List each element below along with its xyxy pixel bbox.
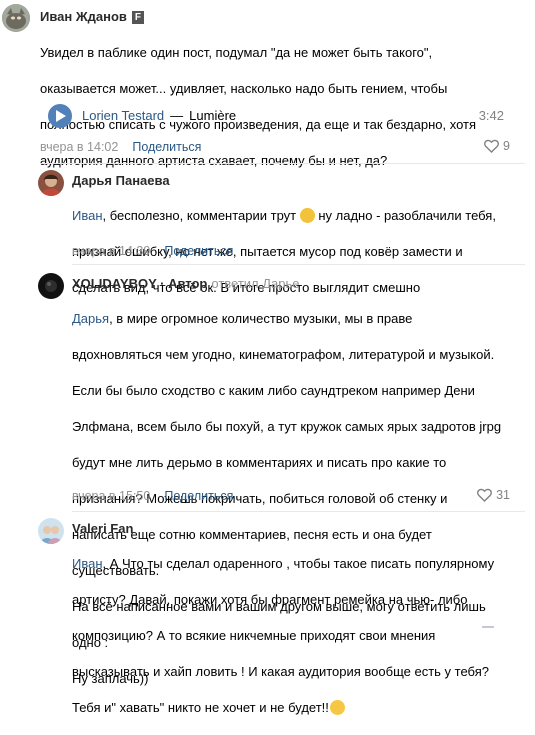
post-line: оказывается может... удивляет, насколько… [40,81,448,96]
facepalm-emoji-icon [299,208,315,223]
replied-to-link[interactable]: ответил Дарье [211,276,299,291]
author-label: · Автор [156,276,208,291]
reply-author: XOLIDAYBOY · Автор ответил Дарье [72,276,300,291]
like-button[interactable]: 9 [484,139,510,153]
audio-player[interactable]: Lorien Testard — Lumière 3:42 [44,103,504,129]
reply-line: вдохновляться чем угодно, кинематографом… [72,347,495,362]
reply-line: композицию? А то всякие никчемные приход… [72,628,436,643]
reply-line: Элфмана, всем было бы похуй, а тут кружо… [72,419,502,434]
reply-author[interactable]: Дарья Панаева [72,173,170,188]
user-avatar-icon [38,170,64,196]
avatar[interactable] [2,4,30,32]
reply-line: будут мне лить дерьмо в комментариях и п… [72,455,447,470]
share-button[interactable]: Поделиться [132,140,201,154]
reply-line: Иван, А Что ты сделал одаренного , чтобы… [72,555,522,573]
heart-icon [477,488,493,502]
mention-link[interactable]: Иван [72,208,103,223]
reply-line-part: , бесполезно, комментарии трут [102,208,300,223]
like-count: 31 [496,488,510,502]
divider [72,511,525,512]
reply-line: Иван, бесполезно, комментарии трут ну ла… [72,207,522,225]
reply-line: высказывать и хайп ловить ! И какая ауди… [72,664,489,679]
like-button[interactable]: 31 [477,488,510,502]
audio-artist[interactable]: Lorien Testard [82,108,164,123]
reply-line-part: , А Что ты сделал одаренного , чтобы так… [102,556,495,571]
mention-link[interactable]: Иван [72,556,103,571]
post-time[interactable]: вчера в 14:02 [40,140,118,154]
audio-duration: 3:42 [478,108,504,123]
cat-avatar-icon [2,4,30,32]
share-button[interactable]: Поделиться [164,489,233,503]
reply-line: Тебя и" хавать" никто не хочет и не буде… [72,699,522,717]
user-avatar-icon [38,518,64,544]
reply-text: Иван, А Что ты сделал одаренного , чтобы… [72,537,522,735]
post-meta: вчера в 14:02 Поделиться [40,140,201,154]
post-line: Увидел в паблике один пост, подумал "да … [40,45,433,60]
post-author-name[interactable]: Иван Жданов [40,9,127,24]
play-icon [56,110,66,122]
audio-track[interactable]: Lorien Testard — Lumière [82,108,236,123]
reply-line: артисту? Давай, покажи хотя бы фрагмент … [72,592,468,607]
reply-line: Если бы было сходство с каким либо саунд… [72,383,475,398]
divider [40,163,525,164]
avatar[interactable] [38,273,64,299]
reply-meta: вчера в 15:50 Поделиться [72,489,233,503]
audio-separator: — [170,108,184,123]
reply-line: Дарья, в мире огромное количество музыки… [72,310,522,328]
audio-title[interactable]: Lumière [189,108,236,123]
divider [72,264,525,265]
play-button[interactable] [48,104,72,128]
reply-time[interactable]: вчера в 14:39 [72,244,150,258]
user-avatar-icon [38,273,64,299]
share-button[interactable]: Поделиться [164,244,233,258]
like-count: 9 [503,139,510,153]
mention-link[interactable]: Дарья [72,311,109,326]
reply-line-part: ну ладно - разоблачили тебя, [318,208,496,223]
heart-icon [484,139,500,153]
avatar[interactable] [38,170,64,196]
scroll-indicator[interactable] [482,626,494,628]
reply-author-name[interactable]: XOLIDAYBOY [72,276,157,291]
reply-line-part: , в мире огромное количество музыки, мы … [109,311,413,326]
reply-time[interactable]: вчера в 15:50 [72,489,150,503]
post-author[interactable]: Иван Жданов F [40,9,144,24]
post-line: аудитория данного артиста схавает, почем… [40,153,388,168]
reply-author[interactable]: Valeri Fan [72,521,133,536]
reply-line-part: Тебя и" хавать" никто не хочет и не буде… [72,700,329,715]
avatar[interactable] [38,518,64,544]
reply-meta: вчера в 14:39 Поделиться [72,244,233,258]
sweat-smile-emoji-icon [329,700,345,715]
badge-icon: F [131,11,144,24]
